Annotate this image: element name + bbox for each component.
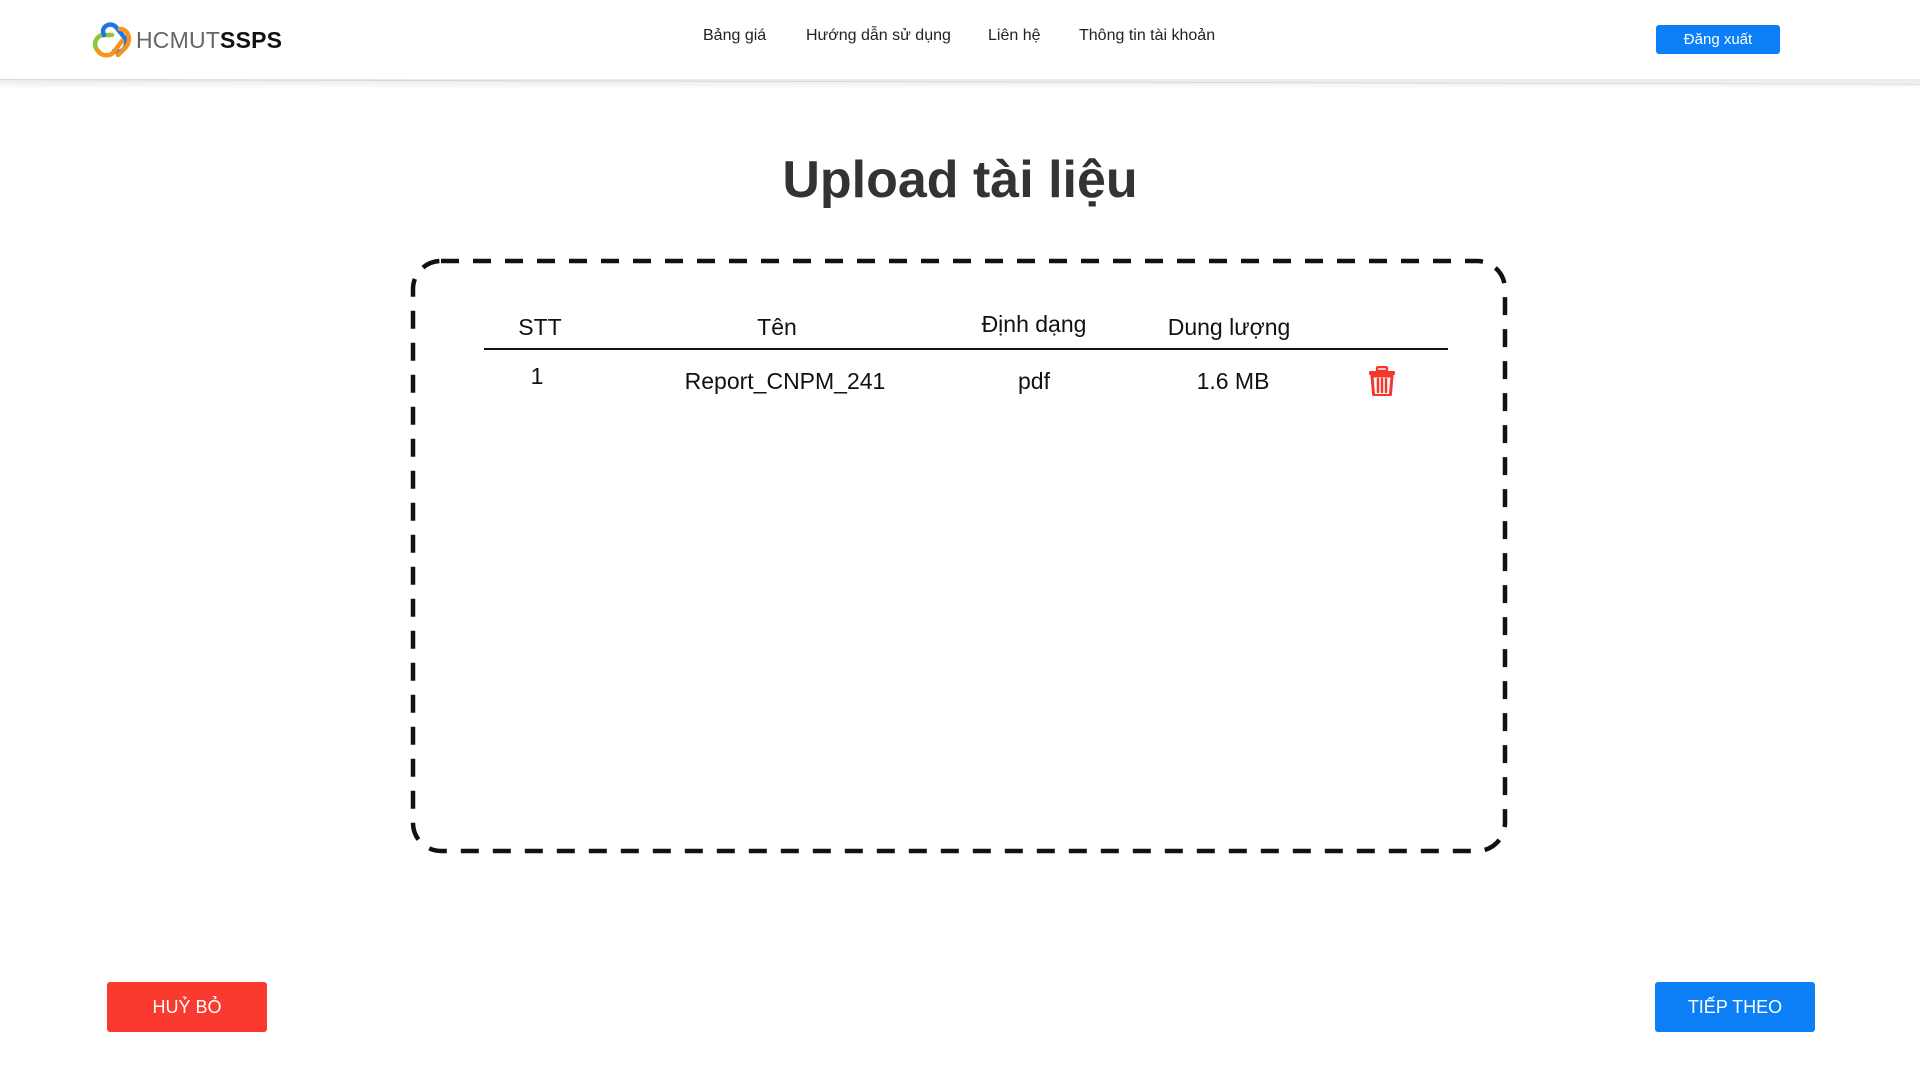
cell-file-name: Report_CNPM_241 bbox=[684, 368, 886, 394]
top-navbar: HCMUTSSPS Bảng giá Hướng dẫn sử dụng Liê… bbox=[0, 0, 1920, 80]
cancel-button[interactable]: HUỶ BỎ bbox=[107, 982, 267, 1032]
table-header-divider bbox=[484, 348, 1448, 350]
brand-logo[interactable]: HCMUTSSPS bbox=[90, 20, 282, 60]
nav-item-user-guide[interactable]: Hướng dẫn sử dụng bbox=[806, 27, 951, 45]
nav-item-account-info[interactable]: Thông tin tài khoản bbox=[1079, 27, 1215, 45]
column-header-name: Tên bbox=[757, 314, 797, 340]
column-header-format: Định dạng bbox=[981, 311, 1087, 337]
nav-item-contact[interactable]: Liên hệ bbox=[988, 27, 1041, 45]
cell-format: pdf bbox=[1018, 368, 1050, 394]
logout-button[interactable]: Đăng xuất bbox=[1656, 25, 1780, 54]
nav-item-pricing[interactable]: Bảng giá bbox=[703, 27, 766, 45]
brand-name-light: HCMUT bbox=[136, 26, 221, 53]
cell-stt: 1 bbox=[530, 363, 544, 389]
column-header-size: Dung lượng bbox=[1167, 314, 1291, 340]
brand-name-bold: SSPS bbox=[220, 26, 283, 53]
linked-rings-logo-icon bbox=[92, 22, 132, 58]
page-title: Upload tài liệu bbox=[782, 151, 1138, 209]
next-button[interactable]: TIẾP THEO bbox=[1655, 982, 1815, 1032]
brand-name: HCMUTSSPS bbox=[136, 27, 282, 54]
trash-icon[interactable] bbox=[1368, 366, 1396, 396]
cell-size: 1.6 MB bbox=[1196, 368, 1270, 394]
column-header-stt: STT bbox=[518, 314, 562, 340]
